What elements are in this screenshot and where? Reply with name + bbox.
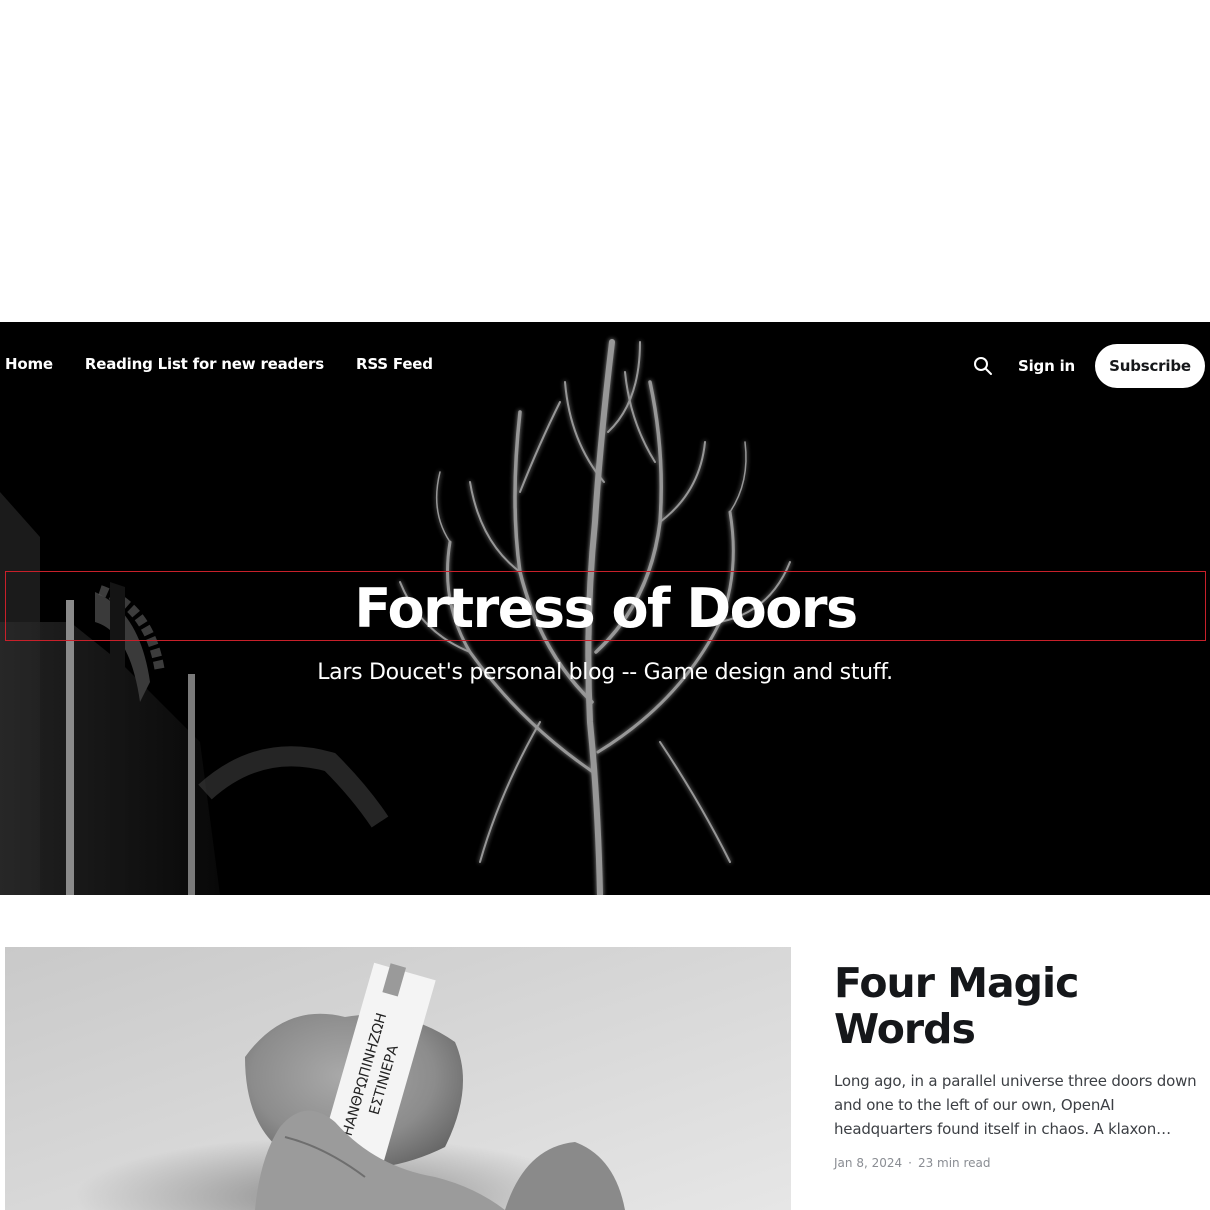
featured-post-title[interactable]: Four Magic Words — [834, 960, 1206, 1052]
nav-reading-list-link[interactable]: Reading List for new readers — [85, 355, 324, 373]
meta-separator: · — [908, 1156, 912, 1170]
nav-rss-feed-link[interactable]: RSS Feed — [356, 355, 433, 373]
site-title[interactable]: Fortress of Doors — [354, 582, 858, 636]
sign-in-link[interactable]: Sign in — [1018, 357, 1075, 375]
main-nav: Home Reading List for new readers RSS Fe… — [5, 355, 465, 373]
page-top-blank — [0, 0, 1210, 322]
featured-post-meta: Jan 8, 2024 · 23 min read — [834, 1156, 1206, 1170]
search-icon[interactable] — [972, 355, 994, 377]
featured-post: Four Magic Words Long ago, in a parallel… — [834, 960, 1206, 1170]
featured-post-excerpt[interactable]: Long ago, in a parallel universe three d… — [834, 1069, 1206, 1141]
nav-home-link[interactable]: Home — [5, 355, 53, 373]
site-header: Home Reading List for new readers RSS Fe… — [0, 322, 1210, 895]
post-date: Jan 8, 2024 — [834, 1156, 903, 1170]
site-title-container: Fortress of Doors — [5, 571, 1206, 641]
header-actions: Sign in Subscribe — [972, 344, 1205, 388]
featured-post-image[interactable]: ΗΑΝΘΡΩΠΙΝΗΖΩΗ ΕΣΤΙΝΙΕΡΑ — [5, 947, 791, 1210]
post-read-time: 23 min read — [917, 1156, 991, 1170]
site-description: Lars Doucet's personal blog -- Game desi… — [317, 660, 893, 685]
subscribe-button[interactable]: Subscribe — [1095, 344, 1205, 388]
fortune-cookie-image: ΗΑΝΘΡΩΠΙΝΗΖΩΗ ΕΣΤΙΝΙΕΡΑ — [5, 947, 791, 1210]
